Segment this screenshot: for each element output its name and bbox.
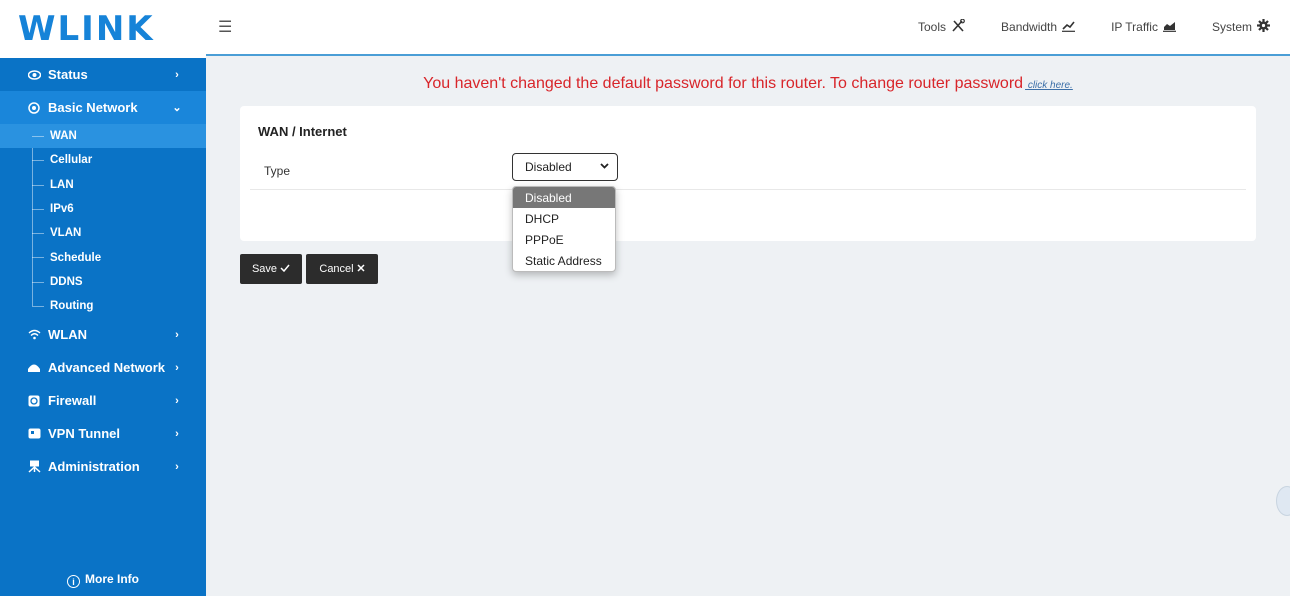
info-icon: i: [67, 575, 80, 588]
chevron-down-icon: ⌄: [172, 102, 182, 114]
firewall-icon: [26, 395, 42, 407]
chart-area-icon: [1162, 20, 1176, 35]
sidebar-item-label: Administration: [48, 459, 140, 475]
chevron-right-icon: ›: [175, 68, 179, 81]
option-dhcp[interactable]: DHCP: [513, 208, 615, 229]
sidebar-subitem-vlan[interactable]: VLAN: [0, 221, 206, 245]
save-button[interactable]: Save: [240, 254, 302, 284]
gear-icon: [1257, 19, 1270, 35]
sidebar-item-status[interactable]: Status ›: [0, 58, 206, 91]
option-static-address[interactable]: Static Address: [513, 250, 615, 271]
logo-area: WLINK: [0, 0, 206, 58]
sidebar-subitem-wan[interactable]: WAN: [0, 124, 206, 149]
sidebar-item-vpn-tunnel[interactable]: VPN Tunnel ›: [0, 417, 206, 450]
sidebar-subitem-ipv6[interactable]: IPv6: [0, 197, 206, 221]
top-link-system[interactable]: System: [1212, 19, 1270, 35]
top-link-label: Tools: [918, 20, 947, 34]
top-link-label: IP Traffic: [1111, 20, 1158, 34]
chart-line-icon: [1062, 20, 1076, 35]
sidebar-item-label: Firewall: [48, 393, 97, 409]
more-info-link[interactable]: i More Info: [0, 571, 206, 588]
sidebar-subitem-cellular[interactable]: Cellular: [0, 148, 206, 172]
top-menu: Tools Bandwidth IP Traffic System: [882, 18, 1270, 35]
card-title: WAN / Internet: [258, 124, 347, 139]
basic-network-submenu: WAN Cellular LAN IPv6 VLAN Schedule DDNS…: [0, 124, 206, 318]
default-password-warning: You haven't changed the default password…: [206, 75, 1290, 93]
sidebar-item-firewall[interactable]: Firewall ›: [0, 384, 206, 417]
wifi-icon: [26, 329, 42, 340]
divider: [250, 189, 1246, 190]
sidebar-subitem-ddns[interactable]: DDNS: [0, 270, 206, 294]
save-label: Save: [251, 263, 278, 275]
chevron-down-icon: [600, 161, 609, 173]
cancel-button[interactable]: Cancel: [306, 254, 378, 284]
chevron-right-icon: ›: [175, 394, 179, 407]
chevron-right-icon: ›: [175, 460, 179, 473]
floating-help-button[interactable]: [1276, 486, 1290, 516]
chevron-right-icon: ›: [175, 361, 179, 374]
sidebar-subitem-routing[interactable]: Routing: [0, 294, 206, 318]
more-info-label: More Info: [85, 571, 139, 586]
tools-icon: [951, 18, 965, 35]
top-link-ip-traffic[interactable]: IP Traffic: [1111, 19, 1176, 35]
globe-icon: [26, 101, 42, 114]
option-pppoe[interactable]: PPPoE: [513, 229, 615, 250]
wan-card: WAN / Internet Type Disabled: [240, 106, 1256, 241]
option-disabled[interactable]: Disabled: [513, 187, 615, 208]
sidebar-item-label: Basic Network: [48, 100, 138, 115]
close-icon: [357, 263, 365, 275]
eye-icon: [26, 69, 42, 80]
hamburger-menu-icon[interactable]: ☰: [218, 17, 232, 37]
chevron-right-icon: ›: [175, 328, 179, 341]
top-bar: ☰ Tools Bandwidth IP Traffic System: [206, 0, 1290, 56]
wan-type-select[interactable]: Disabled: [512, 153, 618, 181]
sidebar-item-basic-network[interactable]: Basic Network ⌄: [0, 91, 206, 124]
warning-text: You haven't changed the default password…: [423, 75, 1024, 92]
top-link-tools[interactable]: Tools: [918, 18, 965, 35]
top-link-label: System: [1211, 20, 1252, 34]
sidebar-subitem-schedule[interactable]: Schedule: [0, 245, 206, 269]
sidebar-item-wlan[interactable]: WLAN ›: [0, 318, 206, 351]
change-password-link[interactable]: click here.: [1025, 80, 1073, 91]
type-label: Type: [264, 164, 291, 178]
sidebar-subitem-lan[interactable]: LAN: [0, 173, 206, 197]
top-link-label: Bandwidth: [1001, 20, 1058, 34]
logo: WLINK: [18, 9, 155, 49]
admin-icon: [26, 460, 42, 473]
sidebar-item-label: WLAN: [48, 327, 87, 343]
sidebar-item-label: VPN Tunnel: [48, 426, 120, 442]
top-link-bandwidth[interactable]: Bandwidth: [1001, 19, 1076, 35]
cancel-label: Cancel: [319, 263, 354, 275]
wan-type-dropdown: Disabled DHCP PPPoE Static Address: [512, 186, 616, 272]
vpn-icon: [26, 428, 42, 439]
sidebar-item-advanced-network[interactable]: Advanced Network ›: [0, 351, 206, 384]
sidebar-item-administration[interactable]: Administration ›: [0, 450, 206, 483]
check-icon: [280, 263, 290, 275]
wan-type-value: Disabled: [525, 160, 572, 174]
router-icon: [26, 362, 42, 373]
chevron-right-icon: ›: [175, 427, 179, 440]
sidebar-item-label: Status: [48, 67, 88, 82]
sidebar: WLINK Status › Basic Network ⌄ WAN Cellu…: [0, 0, 206, 596]
sidebar-item-label: Advanced Network: [48, 360, 166, 376]
